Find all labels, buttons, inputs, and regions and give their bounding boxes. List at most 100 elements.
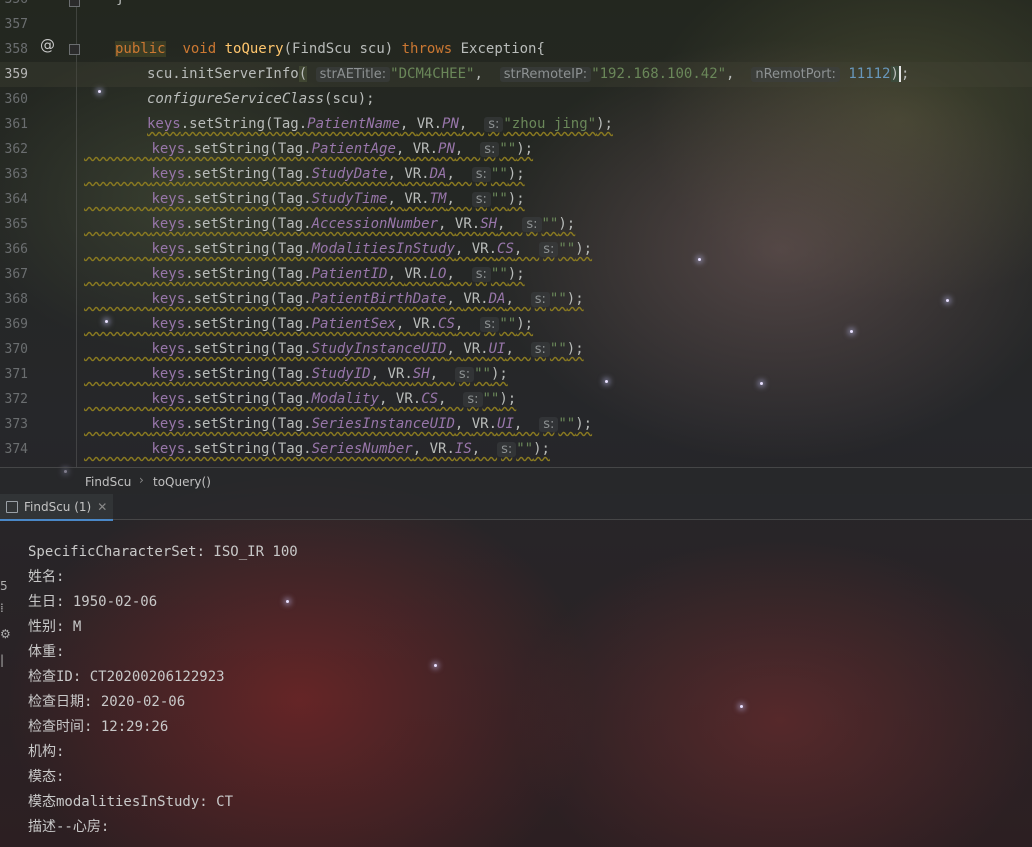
code-text: scu.initServerInfo( strAETitle: "DCM4CHEE… [147, 66, 910, 82]
line-number: 362 [4, 142, 28, 157]
code-text: keys.setString(Tag.ModalitiesInStudy, VR… [151, 241, 593, 257]
tag-constant: StudyTime [311, 191, 388, 207]
code-fragment: ); [575, 416, 593, 432]
code-fragment: ); [516, 316, 534, 332]
tag-constant: StudyDate [311, 166, 388, 182]
code-fragment: VR. [454, 216, 481, 232]
console-line: 检查时间: 12:29:26 [28, 719, 169, 735]
parameter-hint: nRemotPort: [751, 67, 840, 82]
code-text: keys.setString(Tag.StudyDate, VR.DA, s: "… [151, 166, 525, 182]
code-fragment: VR. [471, 241, 498, 257]
code-line: 369 keys.setString(Tag.PatientSex, VR.CS… [0, 312, 1032, 337]
code-fragment: VR. [387, 366, 413, 382]
code-line: 358 public void toQuery(FindScu scu) thr… [0, 37, 1032, 62]
line-number: 366 [4, 242, 28, 257]
breadcrumb-method[interactable]: toQuery() [153, 475, 211, 489]
vr-constant: LO [429, 266, 447, 282]
console-line: 检查日期: 2020-02-06 [28, 694, 186, 710]
code-line: 364 keys.setString(Tag.StudyTime, VR.TM,… [0, 187, 1032, 212]
code-line: 374 keys.setString(Tag.SeriesNumber, VR.… [0, 437, 1032, 462]
console-line: 体重: [28, 644, 65, 660]
code-fragment: scu.initServerInfo [147, 66, 299, 82]
parameter-hint: s: [480, 317, 500, 332]
vr-constant: UI [497, 416, 514, 432]
keyword: void [182, 41, 217, 57]
code-text: keys.setString(Tag.SeriesInstanceUID, VR… [151, 416, 593, 432]
settings-icon[interactable]: ⚙ [0, 627, 11, 643]
breadcrumb-class[interactable]: FindScu [85, 475, 131, 489]
tag-constant: PatientID [311, 266, 388, 282]
variable: keys [151, 291, 186, 307]
parameter-hint: s: [522, 217, 542, 232]
line-number: 360 [4, 92, 28, 107]
line-number: 368 [4, 292, 28, 307]
close-icon[interactable]: ✕ [97, 500, 107, 514]
code-fragment: VR. [412, 316, 439, 332]
code-fragment: VR. [404, 191, 430, 207]
code-line: 361 keys.setString(Tag.PatientName, VR.PN… [0, 112, 1032, 137]
run-tab[interactable]: FindScu (1) ✕ [0, 494, 114, 521]
code-line: 366 keys.setString(Tag.ModalitiesInStudy… [0, 237, 1032, 262]
line-number: 374 [4, 442, 28, 457]
method-name: toQuery [224, 41, 284, 57]
parameter-hint: s: [530, 342, 550, 357]
string-literal: "zhou jing" [503, 116, 597, 132]
code-fragment: .setString(Tag. [185, 216, 312, 232]
code-text: keys.setString(Tag.SeriesNumber, VR.IS, … [151, 441, 550, 457]
keyword: throws [401, 41, 453, 57]
code-line: 365 keys.setString(Tag.AccessionNumber, … [0, 212, 1032, 237]
parameter-hint: s: [471, 267, 491, 282]
tag-constant: ModalitiesInStudy [311, 241, 455, 257]
string-literal: "" [558, 416, 576, 432]
console-line: 性别: M [28, 619, 82, 635]
line-number: 356 [0, 0, 28, 12]
code-fragment: VR. [395, 391, 422, 407]
tag-constant: Modality [311, 391, 380, 407]
parameter-hint: s: [539, 417, 559, 432]
code-editor[interactable]: @ 356 } 357 358 public void toQuery(Find… [0, 0, 1032, 467]
vr-constant: SH [412, 366, 430, 382]
parameter-hint: s: [480, 142, 500, 157]
line-number: 367 [4, 267, 28, 282]
soft-wrap-icon[interactable]: ⁞ [0, 601, 8, 617]
code-text: keys.setString(Tag.PatientSex, VR.CS, s:… [151, 316, 534, 332]
vr-constant: CS [438, 316, 455, 332]
variable: keys [151, 316, 186, 332]
run-tab-label: FindScu (1) [24, 499, 92, 514]
string-literal: "DCM4CHEE" [390, 66, 475, 82]
line-number: 372 [4, 392, 28, 407]
code-fragment: VR. [412, 141, 439, 157]
code-fragment: .setString(Tag. [185, 266, 312, 282]
code-line: 363 keys.setString(Tag.StudyDate, VR.DA,… [0, 162, 1032, 187]
pin-icon[interactable]: | [0, 653, 8, 669]
code-text: keys.setString(Tag.StudyID, VR.SH, s: "")… [151, 366, 508, 382]
console-output[interactable]: 5 ⁞ ⚙ | SpecificCharacterSet: ISO_IR 100… [0, 519, 1032, 847]
console-line: SpecificCharacterSet: ISO_IR 100 [28, 544, 298, 560]
vr-constant: IS [454, 441, 472, 457]
line-number: 370 [4, 342, 28, 357]
string-literal: "192.168.100.42" [591, 66, 727, 82]
line-number: 371 [4, 367, 28, 382]
code-fragment: .setString(Tag. [185, 416, 312, 432]
variable: keys [151, 266, 186, 282]
code-fragment: VR. [404, 166, 430, 182]
console-line: 检查ID: CT20200206122923 [28, 669, 225, 685]
vr-constant: DA [488, 291, 506, 307]
code-fragment: .setString(Tag. [185, 191, 312, 207]
string-literal: "" [499, 316, 517, 332]
tag-constant: PatientName [307, 116, 400, 132]
code-fragment: ); [596, 116, 613, 132]
scroll-up-icon[interactable]: 5 [0, 579, 8, 595]
string-literal: "" [549, 291, 567, 307]
keyword: public [115, 41, 166, 57]
variable: keys [151, 191, 186, 207]
string-literal: "" [516, 441, 534, 457]
code-fragment: ); [566, 341, 584, 357]
code-fragment: .setString(Tag. [185, 241, 312, 257]
code-fragment: .setString(Tag. [185, 291, 312, 307]
method-call: configureServiceClass [147, 91, 325, 107]
code-fragment: VR. [404, 266, 430, 282]
code-fragment: ); [499, 391, 517, 407]
code-fragment: .setString(Tag. [185, 341, 312, 357]
code-line: 367 keys.setString(Tag.PatientID, VR.LO,… [0, 262, 1032, 287]
